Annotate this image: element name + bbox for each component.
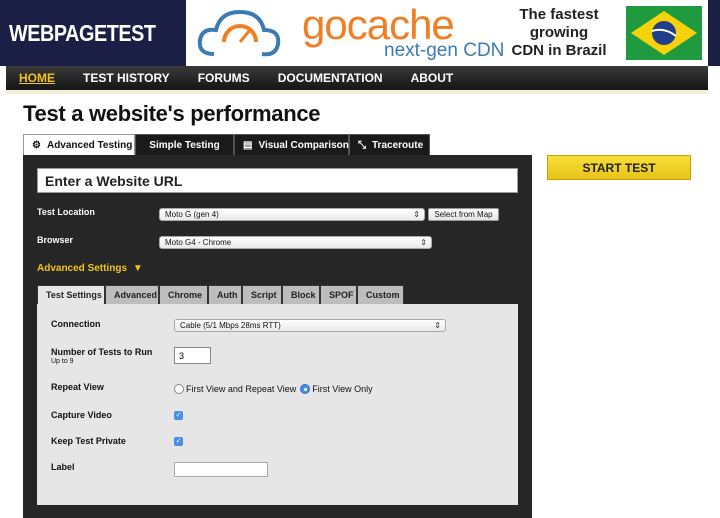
nav-forums[interactable]: FORUMS [198, 71, 250, 85]
radio-first-view-only-label[interactable]: First View Only [312, 384, 372, 394]
advanced-settings-toggle[interactable]: Advanced Settings ▼ [37, 263, 143, 274]
tab-simple-testing[interactable]: Simple Testing [135, 134, 234, 155]
ad-tagline-line-3: CDN in Brazil [511, 42, 607, 59]
gear-icon: ⚙ [32, 139, 41, 151]
nav-about[interactable]: ABOUT [411, 71, 454, 85]
select-arrows-icon: ⇕ [420, 238, 427, 247]
select-from-map-button[interactable]: Select from Map [428, 208, 499, 221]
subtab-block[interactable]: Block [282, 285, 320, 304]
test-settings-panel [37, 304, 518, 505]
tab-label: Advanced Testing [46, 139, 133, 151]
tab-visual-comparison[interactable]: ▤ Visual Comparison [234, 134, 349, 155]
keep-private-checkbox[interactable]: ✓ [174, 437, 183, 446]
nav-test-history[interactable]: TEST HISTORY [83, 71, 170, 85]
browser-select[interactable]: Moto G4 - Chrome ⇕ [159, 236, 432, 249]
connection-value: Cable (5/1 Mbps 28ms RTT) [180, 321, 281, 330]
logo-text: WEBPAGETEST [9, 19, 156, 46]
nav-home[interactable]: HOME [19, 71, 55, 85]
tab-advanced-testing[interactable]: ⚙ Advanced Testing [23, 134, 135, 155]
connection-select[interactable]: Cable (5/1 Mbps 28ms RTT) ⇕ [174, 319, 446, 332]
select-arrows-icon: ⇕ [413, 210, 420, 219]
test-location-select[interactable]: Moto G (gen 4) ⇕ [159, 208, 425, 221]
route-icon: ⤡ [358, 139, 366, 151]
start-test-button[interactable]: START TEST [547, 155, 691, 180]
subtab-chrome[interactable]: Chrome [159, 285, 208, 304]
connection-label: Connection [51, 319, 101, 329]
brazil-flag-icon [626, 6, 702, 60]
advanced-settings-label: Advanced Settings [37, 263, 128, 274]
label-input[interactable] [174, 462, 268, 477]
cloud-gauge-icon [197, 9, 281, 57]
num-tests-label: Number of Tests to Run [51, 347, 153, 357]
url-input[interactable]: Enter a Website URL [37, 168, 518, 193]
test-location-value: Moto G (gen 4) [165, 210, 219, 219]
test-type-tabs: ⚙ Advanced Testing Simple Testing ▤ Visu… [23, 134, 430, 155]
browser-label: Browser [37, 235, 74, 245]
keep-private-label: Keep Test Private [51, 436, 126, 446]
subtab-test-settings[interactable]: Test Settings [37, 285, 105, 304]
radio-first-and-repeat-label[interactable]: First View and Repeat View [186, 384, 296, 394]
tab-label: Visual Comparison [258, 139, 349, 151]
ad-tagline: The fastest growing CDN in Brazil [504, 6, 614, 60]
gocache-ad-banner[interactable]: gocache next-gen CDN The fastest growing… [186, 0, 708, 66]
repeat-view-options: First View and Repeat View First View On… [174, 383, 373, 395]
tab-traceroute[interactable]: ⤡ Traceroute [349, 134, 430, 155]
capture-video-checkbox[interactable]: ✓ [174, 411, 183, 420]
tab-label: Traceroute [372, 139, 424, 151]
radio-first-view-only[interactable] [300, 384, 311, 394]
subtab-advanced[interactable]: Advanced [105, 285, 159, 304]
webpagetest-logo[interactable]: WEBPAGETEST [6, 18, 176, 48]
settings-subtabs: Test Settings Advanced Chrome Auth Scrip… [37, 285, 404, 304]
main-nav: HOME TEST HISTORY FORUMS DOCUMENTATION A… [6, 66, 708, 90]
ad-tagline-line-2: growing [529, 24, 589, 41]
site-header: WEBPAGETEST gocache next-gen CDN The fas… [0, 0, 720, 66]
ad-tagline-line-1: The fastest [519, 6, 599, 23]
document-icon: ▤ [243, 139, 253, 151]
nav-divider [6, 90, 708, 94]
repeat-view-label: Repeat View [51, 382, 104, 392]
subtab-spof[interactable]: SPOF [320, 285, 357, 304]
ad-subtitle: next-gen CDN [384, 40, 505, 61]
subtab-auth[interactable]: Auth [208, 285, 242, 304]
subtab-custom[interactable]: Custom [357, 285, 404, 304]
subtab-script[interactable]: Script [242, 285, 282, 304]
capture-video-label: Capture Video [51, 410, 112, 420]
browser-value: Moto G4 - Chrome [165, 238, 232, 247]
tab-label: Simple Testing [149, 139, 220, 151]
radio-first-and-repeat[interactable] [174, 384, 184, 394]
nav-documentation[interactable]: DOCUMENTATION [278, 71, 383, 85]
select-arrows-icon: ⇕ [434, 321, 441, 330]
triangle-down-icon: ▼ [132, 263, 143, 274]
num-tests-input[interactable]: 3 [174, 347, 211, 364]
test-location-label: Test Location [37, 207, 95, 217]
label-field-label: Label [51, 462, 75, 472]
num-tests-sublabel: Up to 9 [51, 358, 74, 365]
page-title: Test a website's performance [23, 101, 321, 126]
